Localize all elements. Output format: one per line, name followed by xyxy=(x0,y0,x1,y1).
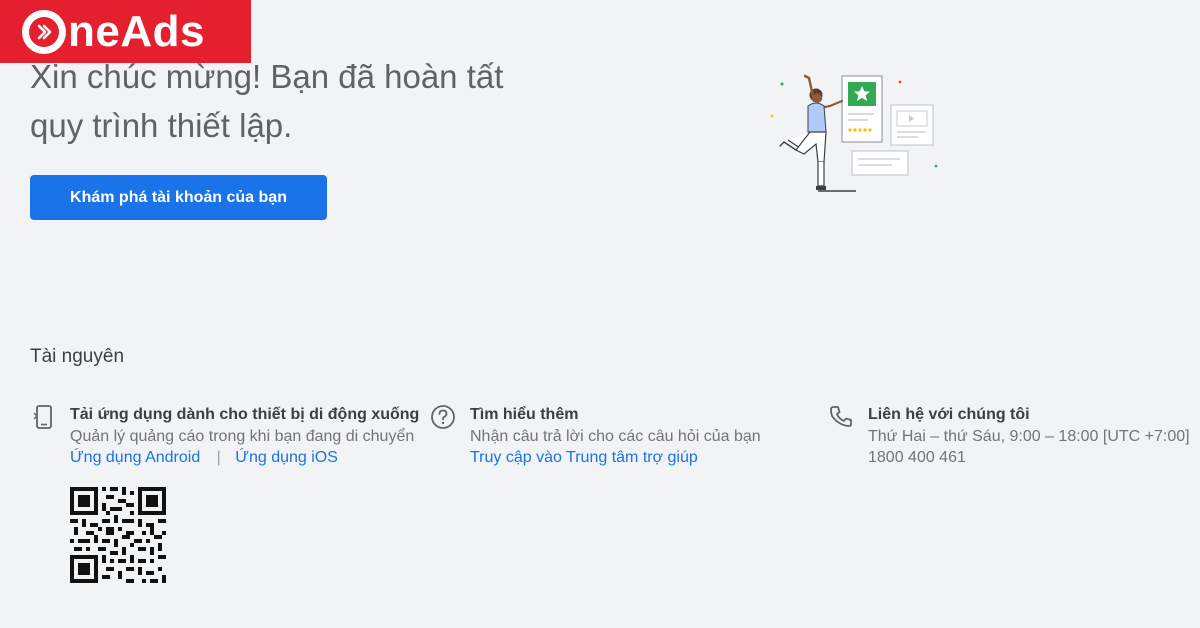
brand-logo-icon xyxy=(22,9,66,54)
resources-heading: Tài nguyên xyxy=(30,346,125,367)
brand-name: neAds xyxy=(68,6,205,56)
page-title-line-1: Xin chúc mừng! Bạn đã hoàn tất xyxy=(30,58,504,95)
explore-account-button[interactable]: Khám phá tài khoản của bạn xyxy=(30,175,327,220)
help-icon xyxy=(431,405,455,429)
ios-app-link[interactable]: Ứng dụng iOS xyxy=(235,449,338,466)
contact-phone-number: 1800 400 461 xyxy=(868,449,966,466)
learn-more-title: Tìm hiểu thêm xyxy=(470,406,579,423)
phone-icon xyxy=(33,405,52,429)
contact-title: Liên hệ với chúng tôi xyxy=(868,406,1030,423)
page-title-line-2: quy trình thiết lập. xyxy=(30,107,293,144)
page-title: Xin chúc mừng! Bạn đã hoàn tất quy trình… xyxy=(30,52,590,150)
phone-call-icon xyxy=(830,406,852,427)
qr-code xyxy=(70,487,166,583)
page: neAds Xin chúc mừng! Bạn đã hoàn tất quy… xyxy=(0,0,1200,628)
link-separator: | xyxy=(216,449,221,466)
contact-hours: Thứ Hai – thứ Sáu, 9:00 – 18:00 [UTC +7:… xyxy=(868,428,1190,445)
celebration-illustration xyxy=(770,74,938,192)
help-center-link[interactable]: Truy cập vào Trung tâm trợ giúp xyxy=(470,449,698,466)
android-app-link[interactable]: Ứng dụng Android xyxy=(70,449,200,466)
mobile-app-description: Quản lý quảng cáo trong khi bạn đang di … xyxy=(70,428,415,445)
learn-more-description: Nhận câu trả lời cho các câu hỏi của bạn xyxy=(470,428,761,445)
mobile-app-title: Tải ứng dụng dành cho thiết bị di động x… xyxy=(70,406,420,423)
